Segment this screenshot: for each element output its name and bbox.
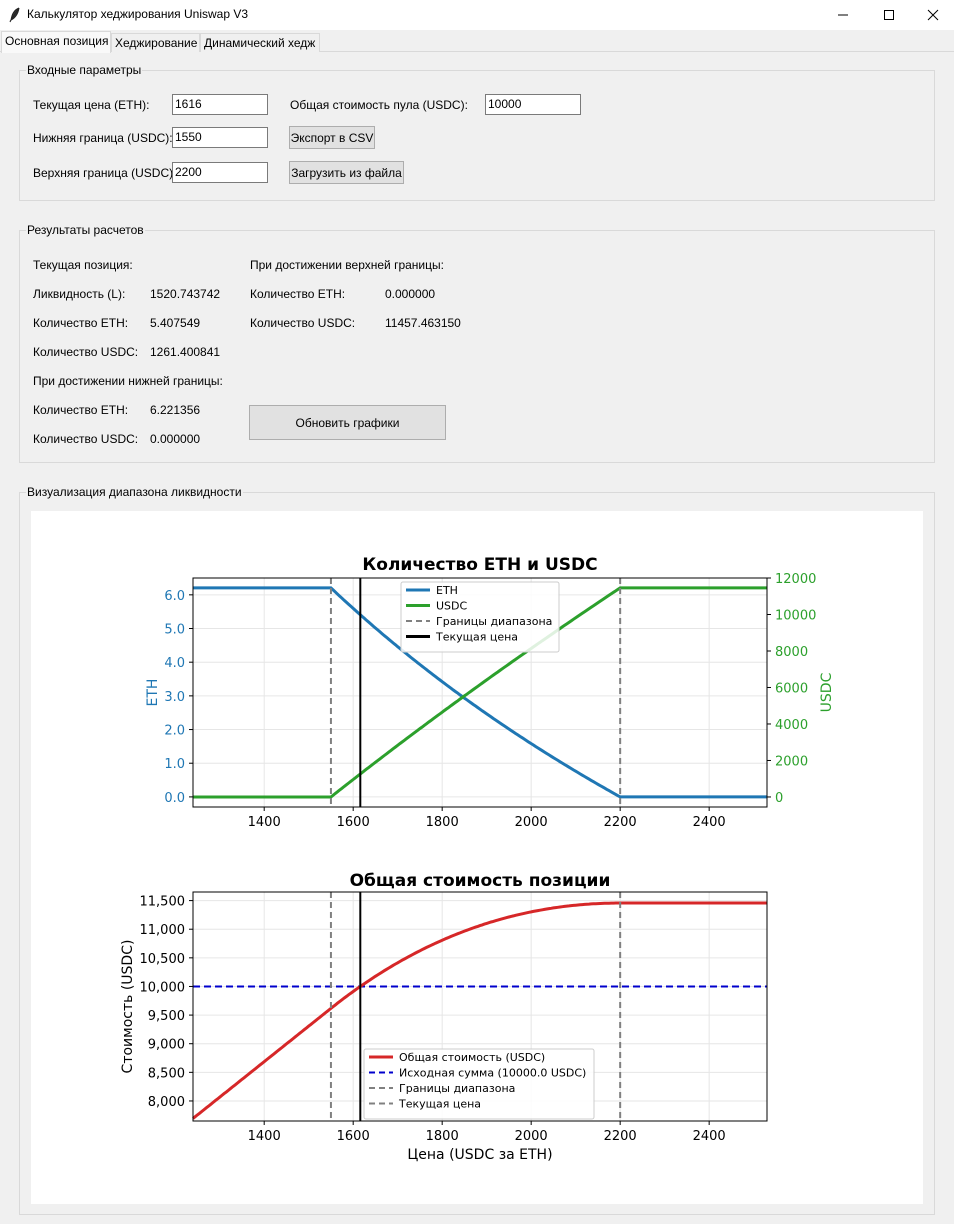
window-title: Калькулятор хеджирования Uniswap V3 xyxy=(27,7,249,21)
chart1-legend-label: Текущая цена xyxy=(435,631,518,644)
chart1-x-tick-label: 2200 xyxy=(604,815,637,830)
chart1-y2-axis-label: USDC xyxy=(819,672,835,712)
liquidity-value: 1520.743742 xyxy=(150,287,221,301)
current-price-label: Текущая цена (ETH): xyxy=(33,98,150,112)
chart2-y-axis-label: Стоимость (USDC) xyxy=(120,940,136,1074)
chart1-y2-tick-label: 4000 xyxy=(775,718,808,733)
close-button[interactable] xyxy=(912,0,954,30)
chart1-legend-label: ETH xyxy=(436,584,458,597)
tab-main-position[interactable]: Основная позиция xyxy=(1,31,111,53)
chart1-y-axis-label: ETH xyxy=(145,679,161,707)
usdc-amount-value: 1261.400841 xyxy=(150,345,221,359)
chart2-legend-label: Текущая цена xyxy=(398,1098,481,1111)
load-from-file-button[interactable]: Загрузить из файла xyxy=(289,161,404,184)
chart2-x-tick-label: 2200 xyxy=(604,1129,637,1144)
upper-usdc-label: Количество USDC: xyxy=(250,316,356,330)
tab-label: Динамический хедж xyxy=(204,36,316,50)
export-csv-button[interactable]: Экспорт в CSV xyxy=(289,126,375,149)
chart1-x-tick-label: 2400 xyxy=(693,815,726,830)
chart1-y2-tick-label: 8000 xyxy=(775,645,808,660)
chart1-y2-tick-label: 2000 xyxy=(775,754,808,769)
chart2-y-tick-label: 8,500 xyxy=(148,1066,185,1081)
tab-label: Хеджирование xyxy=(115,36,198,50)
chart1-y-tick-label: 4.0 xyxy=(164,656,185,671)
chart2-y-tick-label: 9,000 xyxy=(148,1038,185,1053)
chart2-x-tick-label: 1400 xyxy=(248,1129,281,1144)
results-title: Результаты расчетов xyxy=(26,223,145,237)
chart2-x-tick-label: 2000 xyxy=(515,1129,548,1144)
update-charts-button[interactable]: Обновить графики xyxy=(249,405,446,440)
current-price-input[interactable]: 1616 xyxy=(172,94,268,115)
maximize-icon xyxy=(884,10,894,20)
visualization-title: Визуализация диапазона ликвидности xyxy=(26,485,243,499)
liquidity-label: Ликвидность (L): xyxy=(33,287,126,301)
tab-bar: Основная позиция Хеджирование Динамическ… xyxy=(0,30,954,53)
chart2-y-tick-label: 11,500 xyxy=(140,895,186,910)
input-parameters-title: Входные параметры xyxy=(26,63,143,77)
chart2-y-tick-label: 9,500 xyxy=(148,1009,185,1024)
lower-bound-input[interactable]: 1550 xyxy=(172,127,268,148)
chart1-legend-label: USDC xyxy=(436,600,468,613)
chart1-y-tick-label: 6.0 xyxy=(164,589,185,604)
chart1-y-tick-label: 2.0 xyxy=(164,724,185,739)
upper-bound-heading: При достижении верхней границы: xyxy=(250,258,444,272)
chart1-y-tick-label: 0.0 xyxy=(164,791,185,806)
chart2-x-tick-label: 1600 xyxy=(337,1129,370,1144)
chart1-legend-label: Границы диапазона xyxy=(436,615,552,628)
upper-bound-label: Верхняя граница (USDC): xyxy=(33,166,177,180)
lower-eth-label: Количество ETH: xyxy=(33,403,129,417)
tab-label: Основная позиция xyxy=(5,34,109,48)
lower-bound-label: Нижняя граница (USDC): xyxy=(33,131,173,145)
chart2-title: Общая стоимость позиции xyxy=(350,871,611,891)
minimize-icon xyxy=(838,14,848,16)
chart1-title: Количество ETH и USDC xyxy=(362,555,597,575)
title-bar: Калькулятор хеджирования Uniswap V3 xyxy=(0,0,954,30)
chart2-y-tick-label: 11,000 xyxy=(140,923,186,938)
upper-bound-input[interactable]: 2200 xyxy=(172,162,268,183)
maximize-button[interactable] xyxy=(866,0,912,30)
current-position-heading: Текущая позиция: xyxy=(33,258,133,272)
chart1-x-tick-label: 1800 xyxy=(426,815,459,830)
eth-amount-label: Количество ETH: xyxy=(33,316,129,330)
chart1-y2-tick-label: 10000 xyxy=(775,608,816,623)
pool-value-label: Общая стоимость пула (USDC): xyxy=(290,98,468,112)
lower-eth-value: 6.221356 xyxy=(150,403,201,417)
upper-eth-value: 0.000000 xyxy=(385,287,436,301)
chart2-legend-label: Границы диапазона xyxy=(399,1082,515,1095)
chart1-y-tick-label: 5.0 xyxy=(164,623,185,638)
feather-icon xyxy=(9,7,20,23)
chart2-y-tick-label: 8,000 xyxy=(148,1095,185,1110)
tab-hedging[interactable]: Хеджирование xyxy=(111,33,200,52)
chart1-x-tick-label: 1400 xyxy=(248,815,281,830)
tab-dynamic-hedge[interactable]: Динамический хедж xyxy=(200,33,320,52)
chart1-y2-tick-label: 0 xyxy=(775,791,783,806)
upper-usdc-value: 11457.463150 xyxy=(385,316,461,330)
upper-eth-label: Количество ETH: xyxy=(250,287,346,301)
chart2-y-tick-label: 10,000 xyxy=(140,980,186,995)
lower-bound-heading: При достижении нижней границы: xyxy=(33,374,223,388)
chart2-x-axis-label: Цена (USDC за ETH) xyxy=(407,1147,552,1163)
chart-canvas: Количество ETH и USDC 1400 1600 1800 2000 220… xyxy=(31,511,923,1204)
minimize-button[interactable] xyxy=(820,0,866,30)
usdc-amount-label: Количество USDC: xyxy=(33,345,139,359)
chart1-x-tick-label: 2000 xyxy=(515,815,548,830)
chart2-x-tick-label: 2400 xyxy=(693,1129,726,1144)
chart1-y-tick-label: 3.0 xyxy=(164,690,185,705)
lower-usdc-label: Количество USDC: xyxy=(33,432,139,446)
chart2-y-tick-label: 10,500 xyxy=(140,952,186,967)
chart2-x-tick-label: 1800 xyxy=(426,1129,459,1144)
charts-svg: Количество ETH и USDC 1400 1600 1800 2000 220… xyxy=(120,555,835,1163)
chart1-x-tick-label: 1600 xyxy=(337,815,370,830)
chart2-legend-label: Общая стоимость (USDC) xyxy=(399,1051,545,1064)
chart1-y-tick-label: 1.0 xyxy=(164,757,185,772)
close-icon xyxy=(927,9,939,21)
eth-amount-value: 5.407549 xyxy=(150,316,201,330)
pool-value-input[interactable]: 10000 xyxy=(485,94,581,115)
lower-usdc-value: 0.000000 xyxy=(150,432,201,446)
chart1-y2-tick-label: 6000 xyxy=(775,681,808,696)
chart1-y2-tick-label: 12000 xyxy=(775,572,816,587)
chart2-legend-label: Исходная сумма (10000.0 USDC) xyxy=(399,1067,586,1080)
